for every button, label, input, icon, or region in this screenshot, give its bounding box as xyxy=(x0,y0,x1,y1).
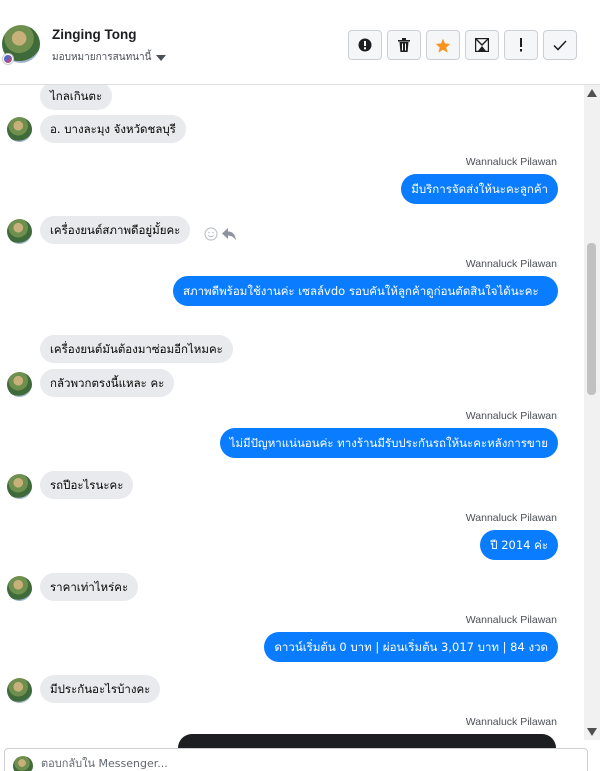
sender-name: Wannaluck Pilawan xyxy=(465,716,557,728)
sender-name: Wannaluck Pilawan xyxy=(465,614,557,626)
message-outgoing[interactable]: ดาวน์เริ่มต้น 0 บาท | ผ่อนเริ่มต้น 3,017… xyxy=(264,632,558,662)
contact-avatar-small xyxy=(7,474,32,499)
message-incoming[interactable]: กลัวพวกตรงนี้แหละ คะ xyxy=(40,369,175,397)
message-outgoing-partial xyxy=(178,734,556,748)
reply-icon[interactable] xyxy=(222,227,237,241)
message-incoming[interactable]: เครื่องยนต์สภาพดีอยู่มั้ยคะ xyxy=(40,216,191,244)
message-outgoing[interactable]: มีบริการจัดส่งให้นะคะลูกค้า xyxy=(401,174,558,204)
done-button[interactable] xyxy=(543,30,577,60)
sender-name: Wannaluck Pilawan xyxy=(465,156,557,168)
assign-label: มอบหมายการสนทนานี้ xyxy=(52,52,152,63)
sender-name: Wannaluck Pilawan xyxy=(465,410,557,422)
chevron-down-icon xyxy=(156,54,167,61)
reply-input[interactable] xyxy=(41,757,561,770)
mark-unread-button[interactable] xyxy=(465,30,499,60)
message-incoming[interactable]: ไกลเกินตะ xyxy=(40,85,113,110)
smile-icon[interactable] xyxy=(204,227,218,241)
scrollbar-thumb[interactable] xyxy=(587,243,596,395)
sender-name: Wannaluck Pilawan xyxy=(465,512,557,524)
message-incoming[interactable]: รถปีอะไรนะคะ xyxy=(40,471,134,499)
message-incoming[interactable]: ราคาเท่าไหร่คะ xyxy=(40,573,139,601)
contact-avatar-small xyxy=(7,576,32,601)
assign-conversation-dropdown[interactable]: มอบหมายการสนทนานี้ xyxy=(52,50,167,65)
page-avatar xyxy=(13,756,33,771)
delete-button[interactable] xyxy=(387,30,421,60)
reply-composer xyxy=(4,748,588,771)
envelope-x-icon xyxy=(475,38,489,52)
message-outgoing[interactable]: สภาพดีพร้อมใช้งานค่ะ เซลล์vdo รอบคันให้ล… xyxy=(173,276,558,306)
contact-avatar-small xyxy=(7,372,32,397)
follow-up-button[interactable] xyxy=(504,30,538,60)
message-outgoing[interactable]: ไม่มีปัญหาแน่นอนค่ะ ทางร้านมีรับประกันรถ… xyxy=(219,428,558,458)
exclamation-icon xyxy=(520,38,522,52)
conversation-header: Zinging Tong มอบหมายการสนทนานี้ xyxy=(0,0,600,85)
star-button[interactable] xyxy=(426,30,460,60)
exclamation-circle-icon xyxy=(358,38,372,52)
contact-avatar-small xyxy=(7,219,32,244)
contact-name[interactable]: Zinging Tong xyxy=(52,27,136,42)
messenger-badge-icon xyxy=(2,53,14,65)
chat-scrollbar[interactable] xyxy=(584,85,600,740)
action-toolbar xyxy=(348,30,577,60)
message-outgoing[interactable]: ปี 2014 ค่ะ xyxy=(480,530,558,560)
contact-avatar-small xyxy=(7,117,32,142)
sender-name: Wannaluck Pilawan xyxy=(465,258,557,270)
message-reactions xyxy=(204,227,237,241)
contact-avatar-small xyxy=(7,678,32,703)
scroll-up-arrow-icon[interactable] xyxy=(587,89,597,97)
report-spam-button[interactable] xyxy=(348,30,382,60)
star-icon xyxy=(435,38,451,53)
message-incoming[interactable]: มีประกันอะไรบ้างคะ xyxy=(40,675,161,703)
message-incoming[interactable]: อ. บางละมุง จังหวัดชลบุรี xyxy=(40,115,186,143)
check-icon xyxy=(553,39,567,51)
scroll-down-arrow-icon[interactable] xyxy=(587,728,597,736)
trash-icon xyxy=(398,38,410,52)
message-thread: ไกลเกินตะ อ. บางละมุง จังหวัดชลบุรี Wann… xyxy=(0,85,584,740)
message-incoming[interactable]: เครื่องยนต์มันต้องมาซ่อมอีกไหมคะ xyxy=(40,335,233,363)
